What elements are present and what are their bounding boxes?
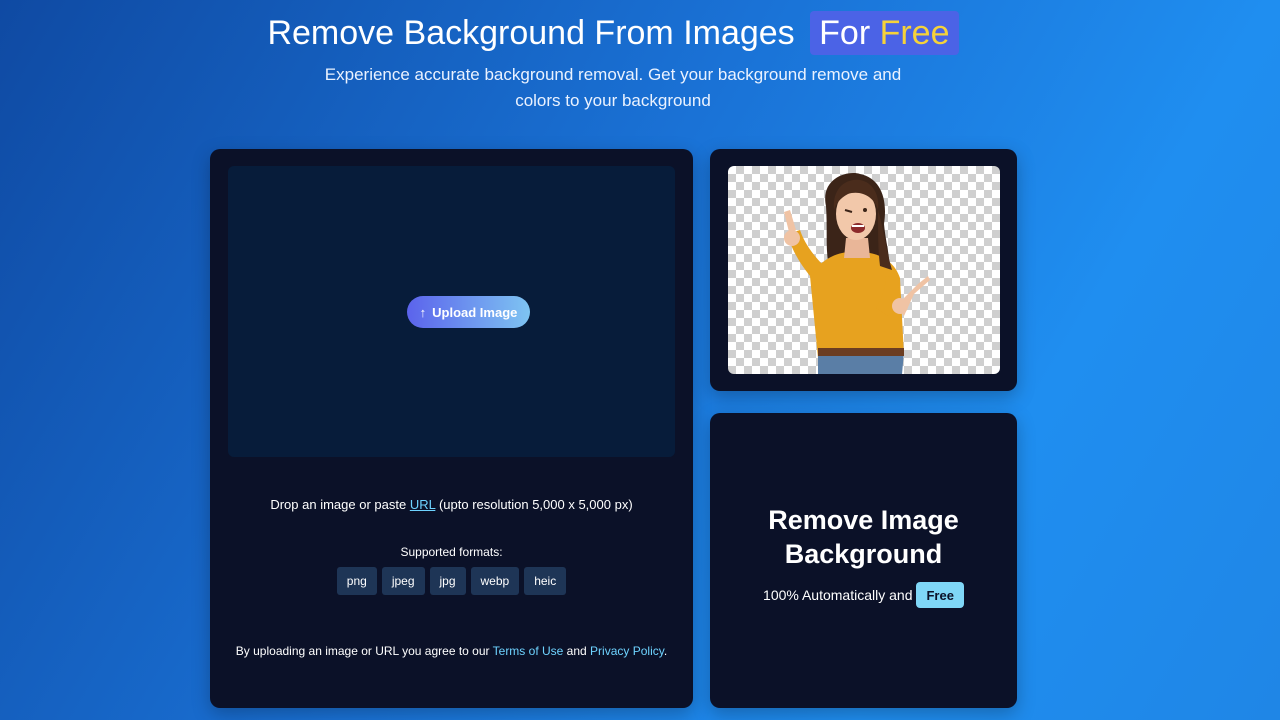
format-chip-heic: heic (524, 567, 567, 595)
upload-button-label: Upload Image (432, 304, 518, 320)
info-title: Remove Image Background (710, 503, 1017, 571)
format-list: png jpeg jpg webp heic (210, 567, 693, 595)
hero-title-main: Remove Background From Images (267, 14, 795, 52)
format-chip-jpg: jpg (429, 567, 466, 595)
drop-prefix: Drop an image or paste (270, 497, 407, 512)
hero-subtitle: Experience accurate background removal. … (0, 62, 1226, 114)
format-chip-jpeg: jpeg (381, 567, 425, 595)
woman-cutout-illustration (784, 173, 930, 374)
dropzone[interactable]: ↑ Upload Image (228, 166, 675, 457)
hero-title-free: Free (879, 14, 950, 52)
drop-suffix: (upto resolution 5,000 x 5,000 px) (438, 497, 633, 512)
info-title-line1: Remove Image (768, 505, 959, 535)
preview-image (728, 166, 1000, 374)
hero-subtitle-line2: colors to your background (515, 91, 711, 110)
terms-end: . (663, 644, 668, 658)
hero-title-for: For (819, 14, 871, 52)
hero-subtitle-line1: Experience accurate background removal. … (324, 65, 902, 84)
preview-card (710, 149, 1017, 391)
free-badge: Free (916, 582, 964, 608)
upload-card: ↑ Upload Image Drop an image or paste UR… (210, 149, 693, 708)
format-chip-png: png (336, 567, 377, 595)
format-chip-webp: webp (470, 567, 520, 595)
info-card: Remove Image Background 100% Automatical… (710, 413, 1017, 708)
hero-title-highlight: For Free (810, 11, 959, 55)
terms-notice: By uploading an image or URL you agree t… (210, 644, 693, 658)
terms-and: and (566, 644, 587, 658)
upload-image-button[interactable]: ↑ Upload Image (407, 296, 530, 328)
upload-arrow-icon: ↑ (419, 304, 427, 320)
info-tagline: 100% Automatically and Free (710, 582, 1017, 608)
privacy-policy-link[interactable]: Privacy Policy (590, 644, 664, 658)
drop-instructions: Drop an image or paste URL (upto resolut… (210, 497, 693, 512)
terms-prefix: By uploading an image or URL you agree t… (235, 644, 490, 658)
formats-label: Supported formats: (400, 545, 503, 559)
paste-url-link[interactable]: URL (410, 497, 436, 512)
hero-title: Remove Background From Images For Free (0, 10, 1226, 56)
terms-of-use-link[interactable]: Terms of Use (493, 644, 564, 658)
info-title-line2: Background (784, 539, 943, 569)
info-tagline-text: 100% Automatically and (763, 587, 913, 603)
